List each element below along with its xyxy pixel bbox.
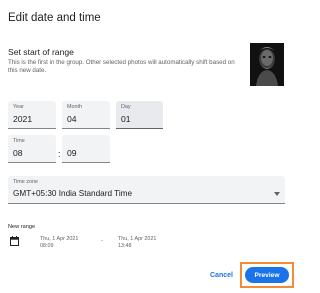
month-label: Month (67, 104, 82, 110)
month-field[interactable]: Month 04 (62, 101, 110, 129)
minute-field[interactable]: 09 (62, 135, 110, 163)
range-start-time: 08:09 (40, 243, 54, 249)
range-start: Thu, 1 Apr 2021 08:09 (40, 236, 78, 250)
day-label: Day (121, 104, 131, 110)
range-end: Thu, 1 Apr 2021 13:48 (118, 236, 156, 250)
time-separator: : (58, 149, 61, 159)
photo-thumbnail (250, 43, 284, 86)
new-range-label: New range (8, 224, 36, 230)
range-start-date: Thu, 1 Apr 2021 (40, 236, 79, 242)
preview-button[interactable]: Preview (245, 267, 289, 283)
dialog-title: Edit date and time (8, 12, 101, 24)
chevron-down-icon[interactable] (274, 192, 280, 196)
hour-field[interactable]: Time 08 (8, 135, 56, 163)
timezone-select[interactable]: Time zone GMT+05:30 India Standard Time (8, 176, 285, 204)
year-field[interactable]: Year 2021 (8, 101, 56, 129)
range-heading: Set start of range (8, 47, 74, 57)
range-separator: - (101, 238, 103, 244)
hour-value: 08 (13, 148, 23, 158)
year-value: 2021 (13, 114, 33, 124)
calendar-icon (10, 236, 19, 246)
preview-highlight: Preview (240, 262, 294, 288)
month-value: 04 (67, 114, 77, 124)
day-value: 01 (121, 114, 131, 124)
range-end-time: 13:48 (118, 243, 132, 249)
timezone-label: Time zone (13, 179, 38, 185)
timezone-value: GMT+05:30 India Standard Time (13, 189, 133, 198)
minute-value: 09 (67, 148, 77, 158)
year-label: Year (13, 104, 24, 110)
cancel-button[interactable]: Cancel (210, 272, 233, 279)
time-label: Time (13, 138, 25, 144)
day-field[interactable]: Day 01 (116, 101, 163, 129)
range-end-date: Thu, 1 Apr 2021 (118, 236, 157, 242)
range-description: This is the first in the group. Other se… (8, 59, 235, 75)
